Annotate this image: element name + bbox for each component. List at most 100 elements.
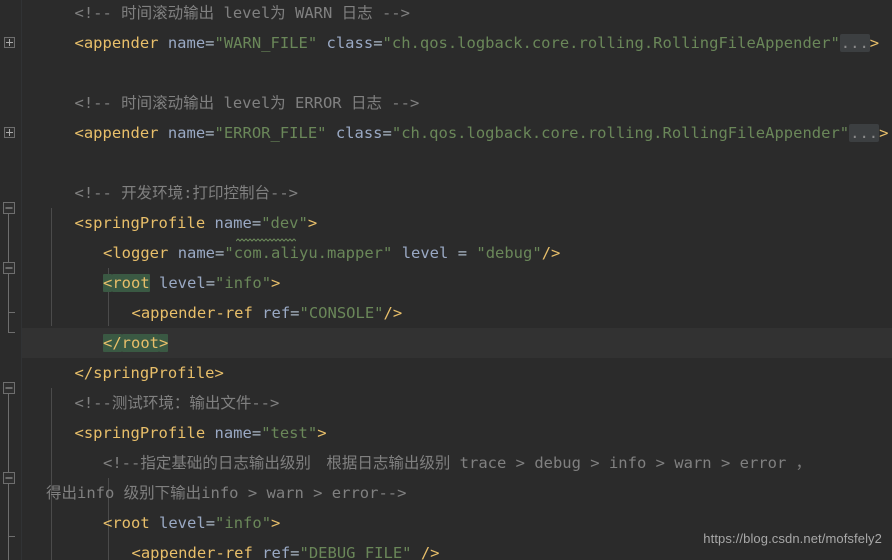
code-token-val: "com.aliyu.mapper" xyxy=(224,244,393,262)
code-token-val: "ch.qos.logback.core.rolling.RollingFile… xyxy=(391,124,850,142)
code-token-punc: /> xyxy=(383,304,403,322)
code-token-tag: root xyxy=(112,274,150,292)
fold-region-line xyxy=(8,484,9,560)
code-token-tag: appender-ref xyxy=(140,304,253,322)
blog-watermark: https://blog.csdn.net/mofsfely2 xyxy=(703,531,882,546)
code-editor[interactable]: <!-- 时间滚动输出 level为 WARN 日志 --> <appender … xyxy=(0,0,892,560)
code-line[interactable]: <!-- 时间滚动输出 level为 WARN 日志 --> xyxy=(75,0,410,28)
code-token-punc: /> xyxy=(541,244,561,262)
code-line[interactable]: <springProfile name="test"> xyxy=(75,418,327,448)
code-token-punc: < xyxy=(131,304,141,322)
code-token-eq: = xyxy=(290,544,300,560)
code-line[interactable]: <logger name="com.aliyu.mapper" level = … xyxy=(103,238,560,268)
code-token-attr: level xyxy=(159,514,206,532)
code-token-val: "ERROR_FILE" xyxy=(214,124,327,142)
code-line[interactable]: </root> xyxy=(103,328,169,358)
code-text-area[interactable]: <!-- 时间滚动输出 level为 WARN 日志 --> <appender … xyxy=(22,0,892,560)
code-token-eq: = xyxy=(251,214,262,232)
code-token-tag: root xyxy=(112,514,150,532)
fold-expand-icon[interactable] xyxy=(4,127,15,138)
code-token-punc: /> xyxy=(420,544,440,560)
code-line[interactable]: <appender-ref ref="DEBUG_FILE" /> xyxy=(132,538,440,560)
code-token-tag: appender xyxy=(83,124,159,142)
code-token-eq: = xyxy=(205,34,215,52)
code-token-punc: > xyxy=(159,334,169,352)
code-token-tag: logger xyxy=(112,244,169,262)
code-token-attr: level xyxy=(159,274,206,292)
code-line[interactable]: <root level="info"> xyxy=(103,508,280,538)
code-token-eq: = xyxy=(215,244,225,262)
code-token-folded[interactable]: ... xyxy=(849,124,880,142)
code-token-tag: springProfile xyxy=(83,424,206,442)
code-line[interactable]: 得出info 级别下输出info > warn > error--> xyxy=(46,478,406,508)
spellcheck-squiggle-icon xyxy=(236,238,296,242)
code-line[interactable]: <!-- 开发环境:打印控制台--> xyxy=(75,178,299,208)
code-token-attr: level xyxy=(401,244,449,262)
code-token-eq: = xyxy=(205,124,215,142)
code-token-punc: > xyxy=(879,124,889,142)
fold-region-line xyxy=(8,274,9,312)
code-token-cmt: <!--测试环境：输出文件--> xyxy=(74,394,280,412)
code-token-attr: ref xyxy=(262,304,291,322)
code-token-folded[interactable]: ... xyxy=(839,34,870,52)
code-token-punc: < xyxy=(74,214,84,232)
code-token-tag: appender xyxy=(83,34,159,52)
code-token-val: "debug" xyxy=(476,244,542,262)
code-token-punc: > xyxy=(317,424,327,442)
code-line[interactable]: <appender-ref ref="CONSOLE"/> xyxy=(132,298,403,328)
code-token-punc: > xyxy=(271,514,281,532)
code-token-cmt: 得出info 级别下输出info > warn > error--> xyxy=(46,484,407,502)
code-line[interactable]: <appender name="WARN_FILE" class="ch.qos… xyxy=(75,28,880,58)
code-token-eq: = xyxy=(373,34,383,52)
code-token-val: "CONSOLE" xyxy=(299,304,384,322)
code-line[interactable]: <!--测试环境：输出文件--> xyxy=(75,388,280,418)
code-line[interactable]: <!--指定基础的日志输出级别 根据日志输出级别 trace > debug >… xyxy=(103,448,811,478)
fold-expand-icon[interactable] xyxy=(4,37,15,48)
code-token-punc: < xyxy=(131,544,141,560)
fold-region-end-icon xyxy=(8,312,15,313)
code-token-eq: = xyxy=(251,424,262,442)
code-token-attr: name xyxy=(167,34,206,52)
code-line[interactable]: <appender name="ERROR_FILE" class="ch.qo… xyxy=(74,118,889,148)
code-token-eq: = xyxy=(448,244,477,262)
code-line[interactable]: <!-- 时间滚动输出 level为 ERROR 日志 --> xyxy=(75,88,420,118)
code-token-cmt: <!-- 开发环境:打印控制台--> xyxy=(74,184,299,202)
code-token-val: "test" xyxy=(261,424,318,442)
code-token-punc: > xyxy=(869,34,880,52)
fold-collapse-icon[interactable] xyxy=(3,262,15,274)
code-line[interactable]: <root level="info"> xyxy=(103,268,280,298)
editor-gutter[interactable] xyxy=(0,0,22,560)
fold-collapse-icon[interactable] xyxy=(3,202,15,214)
code-token-punc: > xyxy=(307,214,318,232)
code-line[interactable]: <springProfile name="dev"> xyxy=(75,208,318,238)
code-token-cmt: <!--指定基础的日志输出级别 根据日志输出级别 trace > debug >… xyxy=(103,454,812,472)
code-token-punc: < xyxy=(74,424,84,442)
fold-collapse-icon[interactable] xyxy=(3,472,15,484)
code-line[interactable]: </springProfile> xyxy=(75,358,224,388)
fold-collapse-icon[interactable] xyxy=(3,382,15,394)
code-token-punc: < xyxy=(74,124,84,142)
code-token-attr: name xyxy=(167,124,206,142)
code-token-attr: name xyxy=(214,214,252,232)
code-token-punc: > xyxy=(214,364,224,382)
code-token-tag: root xyxy=(121,334,159,352)
code-token-tag: springProfile xyxy=(83,214,206,232)
code-token-punc: < xyxy=(103,514,113,532)
code-token-val: "WARN_FILE" xyxy=(214,34,318,52)
code-token-val: "info" xyxy=(215,274,272,292)
code-token-attr: name xyxy=(177,244,216,262)
code-token-eq: = xyxy=(205,274,216,292)
code-token-tag: appender-ref xyxy=(140,544,253,560)
